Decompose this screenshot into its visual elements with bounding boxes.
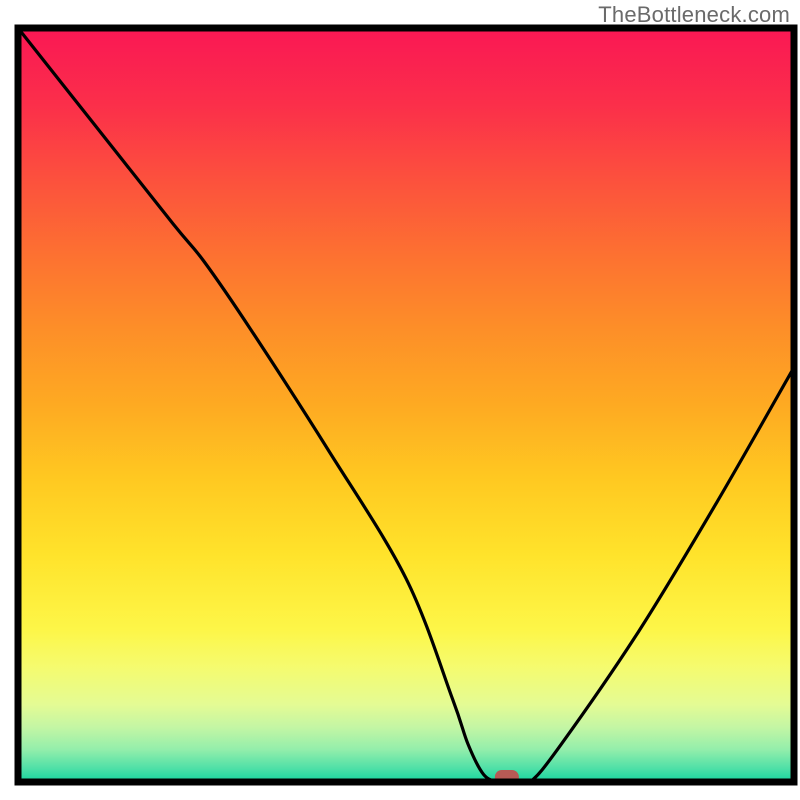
chart-svg [0, 0, 800, 800]
watermark-text: TheBottleneck.com [598, 2, 790, 28]
gradient-background [21, 31, 792, 780]
bottleneck-chart: TheBottleneck.com [0, 0, 800, 800]
